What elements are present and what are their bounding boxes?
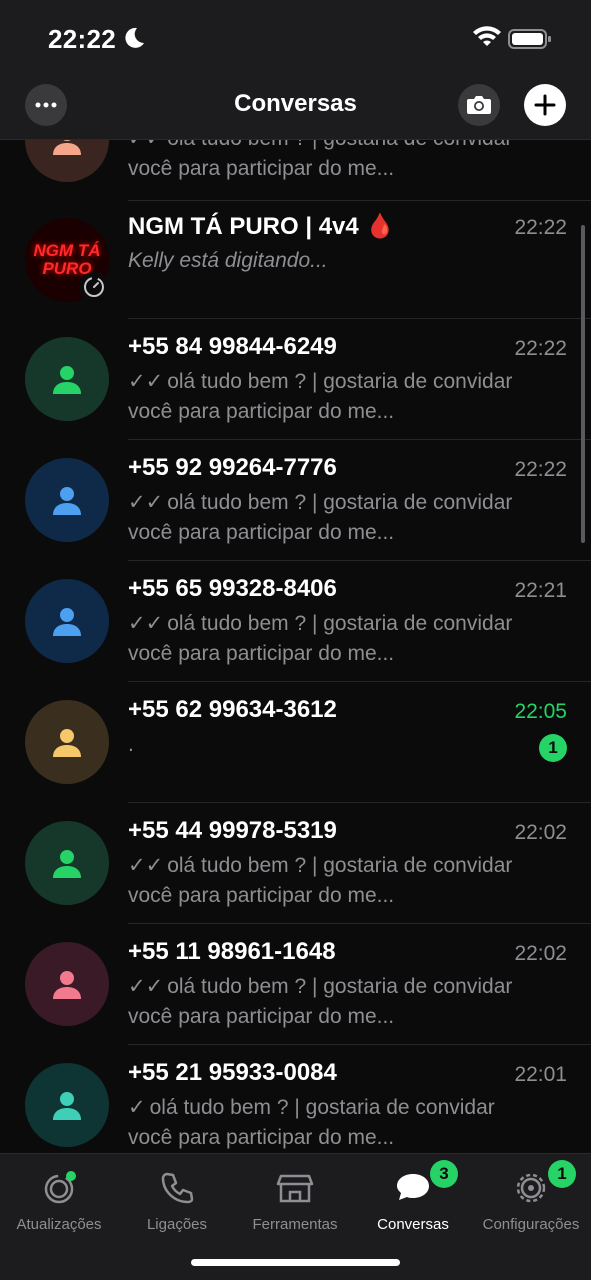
person-icon xyxy=(53,366,81,394)
tab-tools[interactable]: Ferramentas xyxy=(236,1164,354,1244)
tab-chats[interactable]: 3 Conversas xyxy=(354,1160,472,1244)
tab-label: Ferramentas xyxy=(252,1216,338,1233)
tab-label: Conversas xyxy=(377,1216,449,1233)
chat-row-body: +55 44 99978-5319 22:02 ✓✓ olá tudo bem ?… xyxy=(128,803,591,924)
chat-row[interactable]: +55 92 99264-7776 22:22 ✓✓ olá tudo bem ?… xyxy=(0,440,591,561)
store-icon xyxy=(276,1174,314,1203)
page-title: Conversas xyxy=(234,90,357,117)
person-icon xyxy=(53,971,81,999)
chat-row-body: +55 92 99264-7776 22:22 ✓✓ olá tudo bem ?… xyxy=(128,440,591,561)
chat-time: 22:02 xyxy=(514,942,567,965)
read-ticks-icon: ✓✓ xyxy=(128,370,164,393)
chat-time: 22:02 xyxy=(514,821,567,844)
settings-icon xyxy=(516,1173,546,1203)
avatar xyxy=(25,700,109,784)
home-indicator[interactable] xyxy=(191,1259,400,1266)
chat-row-body: +55 62 99634-3612 22:05 . 1 xyxy=(128,682,591,803)
chat-row[interactable]: +55 62 99634-3612 22:05 . 1 xyxy=(0,682,591,803)
person-icon xyxy=(53,850,81,878)
new-chat-button[interactable] xyxy=(524,84,566,126)
chat-row-body: +55 21 95933-0084 22:01 ✓ olá tudo bem ? … xyxy=(128,1045,591,1153)
chat-row[interactable]: +55 65 99328-8406 22:21 ✓✓ olá tudo bem ?… xyxy=(0,561,591,682)
chat-row-body: +55 84 99844-6249 22:22 ✓✓ olá tudo bem ?… xyxy=(128,319,591,440)
tab-calls[interactable]: Ligações xyxy=(118,1164,236,1244)
chats-badge: 3 xyxy=(430,1160,458,1188)
preview-text: olá tudo bem ? | gostaria de convidar vo… xyxy=(128,1096,495,1149)
chat-time: 22:21 xyxy=(514,579,567,602)
chat-name: +55 21 95933-0084 xyxy=(128,1059,337,1086)
tab-settings[interactable]: 1 Configurações xyxy=(472,1160,590,1244)
person-icon xyxy=(53,1092,81,1120)
message-preview: . xyxy=(128,733,134,756)
message-preview: ✓ olá tudo bem ? | gostaria de convidar v… xyxy=(128,1093,528,1153)
preview-text: olá tudo bem ? | gostaria de convidar vo… xyxy=(128,370,513,423)
chats-icon xyxy=(397,1174,429,1200)
chat-list[interactable]: ✓✓olá tudo bem ? | gostaria de convidar … xyxy=(0,80,591,1153)
message-preview: ✓✓olá tudo bem ? | gostaria de convidar … xyxy=(128,972,528,1032)
plus-icon xyxy=(534,94,556,116)
chat-time: 22:22 xyxy=(514,216,567,239)
chat-row[interactable]: +55 11 98961-1648 22:02 ✓✓ olá tudo bem ?… xyxy=(0,924,591,1045)
chat-name: NGM TÁ PURO | 4v4 🩸 xyxy=(128,213,396,240)
sent-tick-icon: ✓ xyxy=(128,1096,146,1119)
top-bar: 22:22 Conversas xyxy=(0,0,591,140)
chat-row-body: NGM TÁ PURO | 4v4 🩸 22:22 Kelly está dig… xyxy=(128,198,591,319)
preview-text: olá tudo bem ? | gostaria de convidar vo… xyxy=(128,491,513,544)
battery-icon xyxy=(508,29,551,49)
updates-icon xyxy=(44,1171,76,1204)
tab-label: Atualizações xyxy=(16,1216,102,1233)
message-preview: ✓✓olá tudo bem ? | gostaria de convidar … xyxy=(128,488,528,548)
scrollbar[interactable] xyxy=(581,225,585,543)
avatar xyxy=(25,337,109,421)
person-icon xyxy=(53,487,81,515)
chat-row[interactable]: +55 21 95933-0084 22:01 ✓ olá tudo bem ? … xyxy=(0,1045,591,1153)
chat-name: +55 65 99328-8406 xyxy=(128,575,337,602)
chat-time: 22:22 xyxy=(514,337,567,360)
person-icon xyxy=(53,608,81,636)
disappearing-messages-icon xyxy=(79,272,109,302)
person-icon xyxy=(53,729,81,757)
read-ticks-icon: ✓✓ xyxy=(128,612,164,635)
message-preview: ✓✓olá tudo bem ? | gostaria de convidar … xyxy=(128,609,528,669)
camera-icon xyxy=(467,96,491,114)
typing-indicator: Kelly está digitando... xyxy=(128,249,328,272)
chat-row[interactable]: NGM TÁ PURO NGM TÁ PURO | 4v4 🩸 22:22 Ke… xyxy=(0,198,591,319)
avatar xyxy=(25,579,109,663)
camera-button[interactable] xyxy=(458,84,500,126)
chat-time: 22:01 xyxy=(514,1063,567,1086)
chat-name: +55 92 99264-7776 xyxy=(128,454,337,481)
tab-label: Configurações xyxy=(482,1216,580,1233)
chat-name: +55 62 99634-3612 xyxy=(128,696,337,723)
read-ticks-icon: ✓✓ xyxy=(128,975,164,998)
read-ticks-icon: ✓✓ xyxy=(128,491,164,514)
chat-name: +55 11 98961-1648 xyxy=(128,938,336,965)
chat-name: +55 84 99844-6249 xyxy=(128,333,337,360)
chat-name: +55 44 99978-5319 xyxy=(128,817,337,844)
settings-badge: 1 xyxy=(548,1160,576,1188)
preview-text: olá tudo bem ? | gostaria de convidar vo… xyxy=(128,612,513,665)
chat-row-body: +55 11 98961-1648 22:02 ✓✓ olá tudo bem ?… xyxy=(128,924,591,1045)
read-ticks-icon: ✓✓ xyxy=(128,854,164,877)
phone-icon xyxy=(161,1172,194,1204)
chat-time: 22:05 xyxy=(514,700,567,723)
avatar xyxy=(25,458,109,542)
wifi-icon xyxy=(473,26,501,46)
tab-updates[interactable]: Atualizações xyxy=(0,1164,118,1244)
chat-time: 22:22 xyxy=(514,458,567,481)
status-time: 22:22 xyxy=(48,24,116,54)
unread-badge: 1 xyxy=(539,734,567,762)
preview-text: olá tudo bem ? | gostaria de convidar vo… xyxy=(128,854,513,907)
chat-row[interactable]: +55 84 99844-6249 22:22 ✓✓ olá tudo bem ?… xyxy=(0,319,591,440)
chat-row[interactable]: +55 44 99978-5319 22:02 ✓✓ olá tudo bem ?… xyxy=(0,803,591,924)
preview-text: olá tudo bem ? | gostaria de convidar vo… xyxy=(128,975,513,1028)
tab-label: Ligações xyxy=(146,1216,208,1233)
avatar xyxy=(25,821,109,905)
message-preview: ✓✓olá tudo bem ? | gostaria de convidar … xyxy=(128,367,528,427)
moon-icon xyxy=(125,27,144,48)
chat-row-body: +55 65 99328-8406 22:21 ✓✓ olá tudo bem ?… xyxy=(128,561,591,682)
avatar xyxy=(25,942,109,1026)
message-preview: ✓✓olá tudo bem ? | gostaria de convidar … xyxy=(128,851,528,911)
avatar xyxy=(25,1063,109,1147)
